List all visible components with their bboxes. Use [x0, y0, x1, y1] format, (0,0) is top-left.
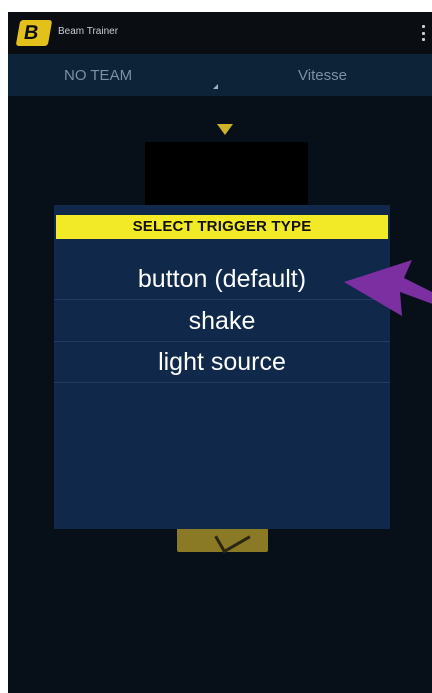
tab-bar: NO TEAM Vitesse [8, 54, 432, 96]
overflow-menu-icon[interactable] [422, 25, 426, 41]
tab-dropdown-indicator-icon [213, 84, 218, 89]
app-logo-icon: B [15, 20, 53, 46]
tab-vitesse[interactable]: Vitesse [298, 67, 347, 84]
annotation-arrow-icon [344, 260, 432, 316]
action-bar: B Beam Trainer [8, 12, 432, 54]
option-light-source[interactable]: light source [54, 342, 390, 383]
android-screen: B Beam Trainer NO TEAM Vitesse SELECT TR… [8, 12, 432, 693]
trigger-type-dialog: SELECT TRIGGER TYPE button (default) sha… [54, 205, 390, 529]
option-button-default[interactable]: button (default) [54, 259, 390, 300]
option-shake[interactable]: shake [54, 301, 390, 342]
tab-no-team[interactable]: NO TEAM [64, 67, 132, 84]
app-title: Beam Trainer [58, 26, 119, 37]
position-marker-icon [217, 124, 233, 135]
dialog-title: SELECT TRIGGER TYPE [56, 215, 388, 239]
